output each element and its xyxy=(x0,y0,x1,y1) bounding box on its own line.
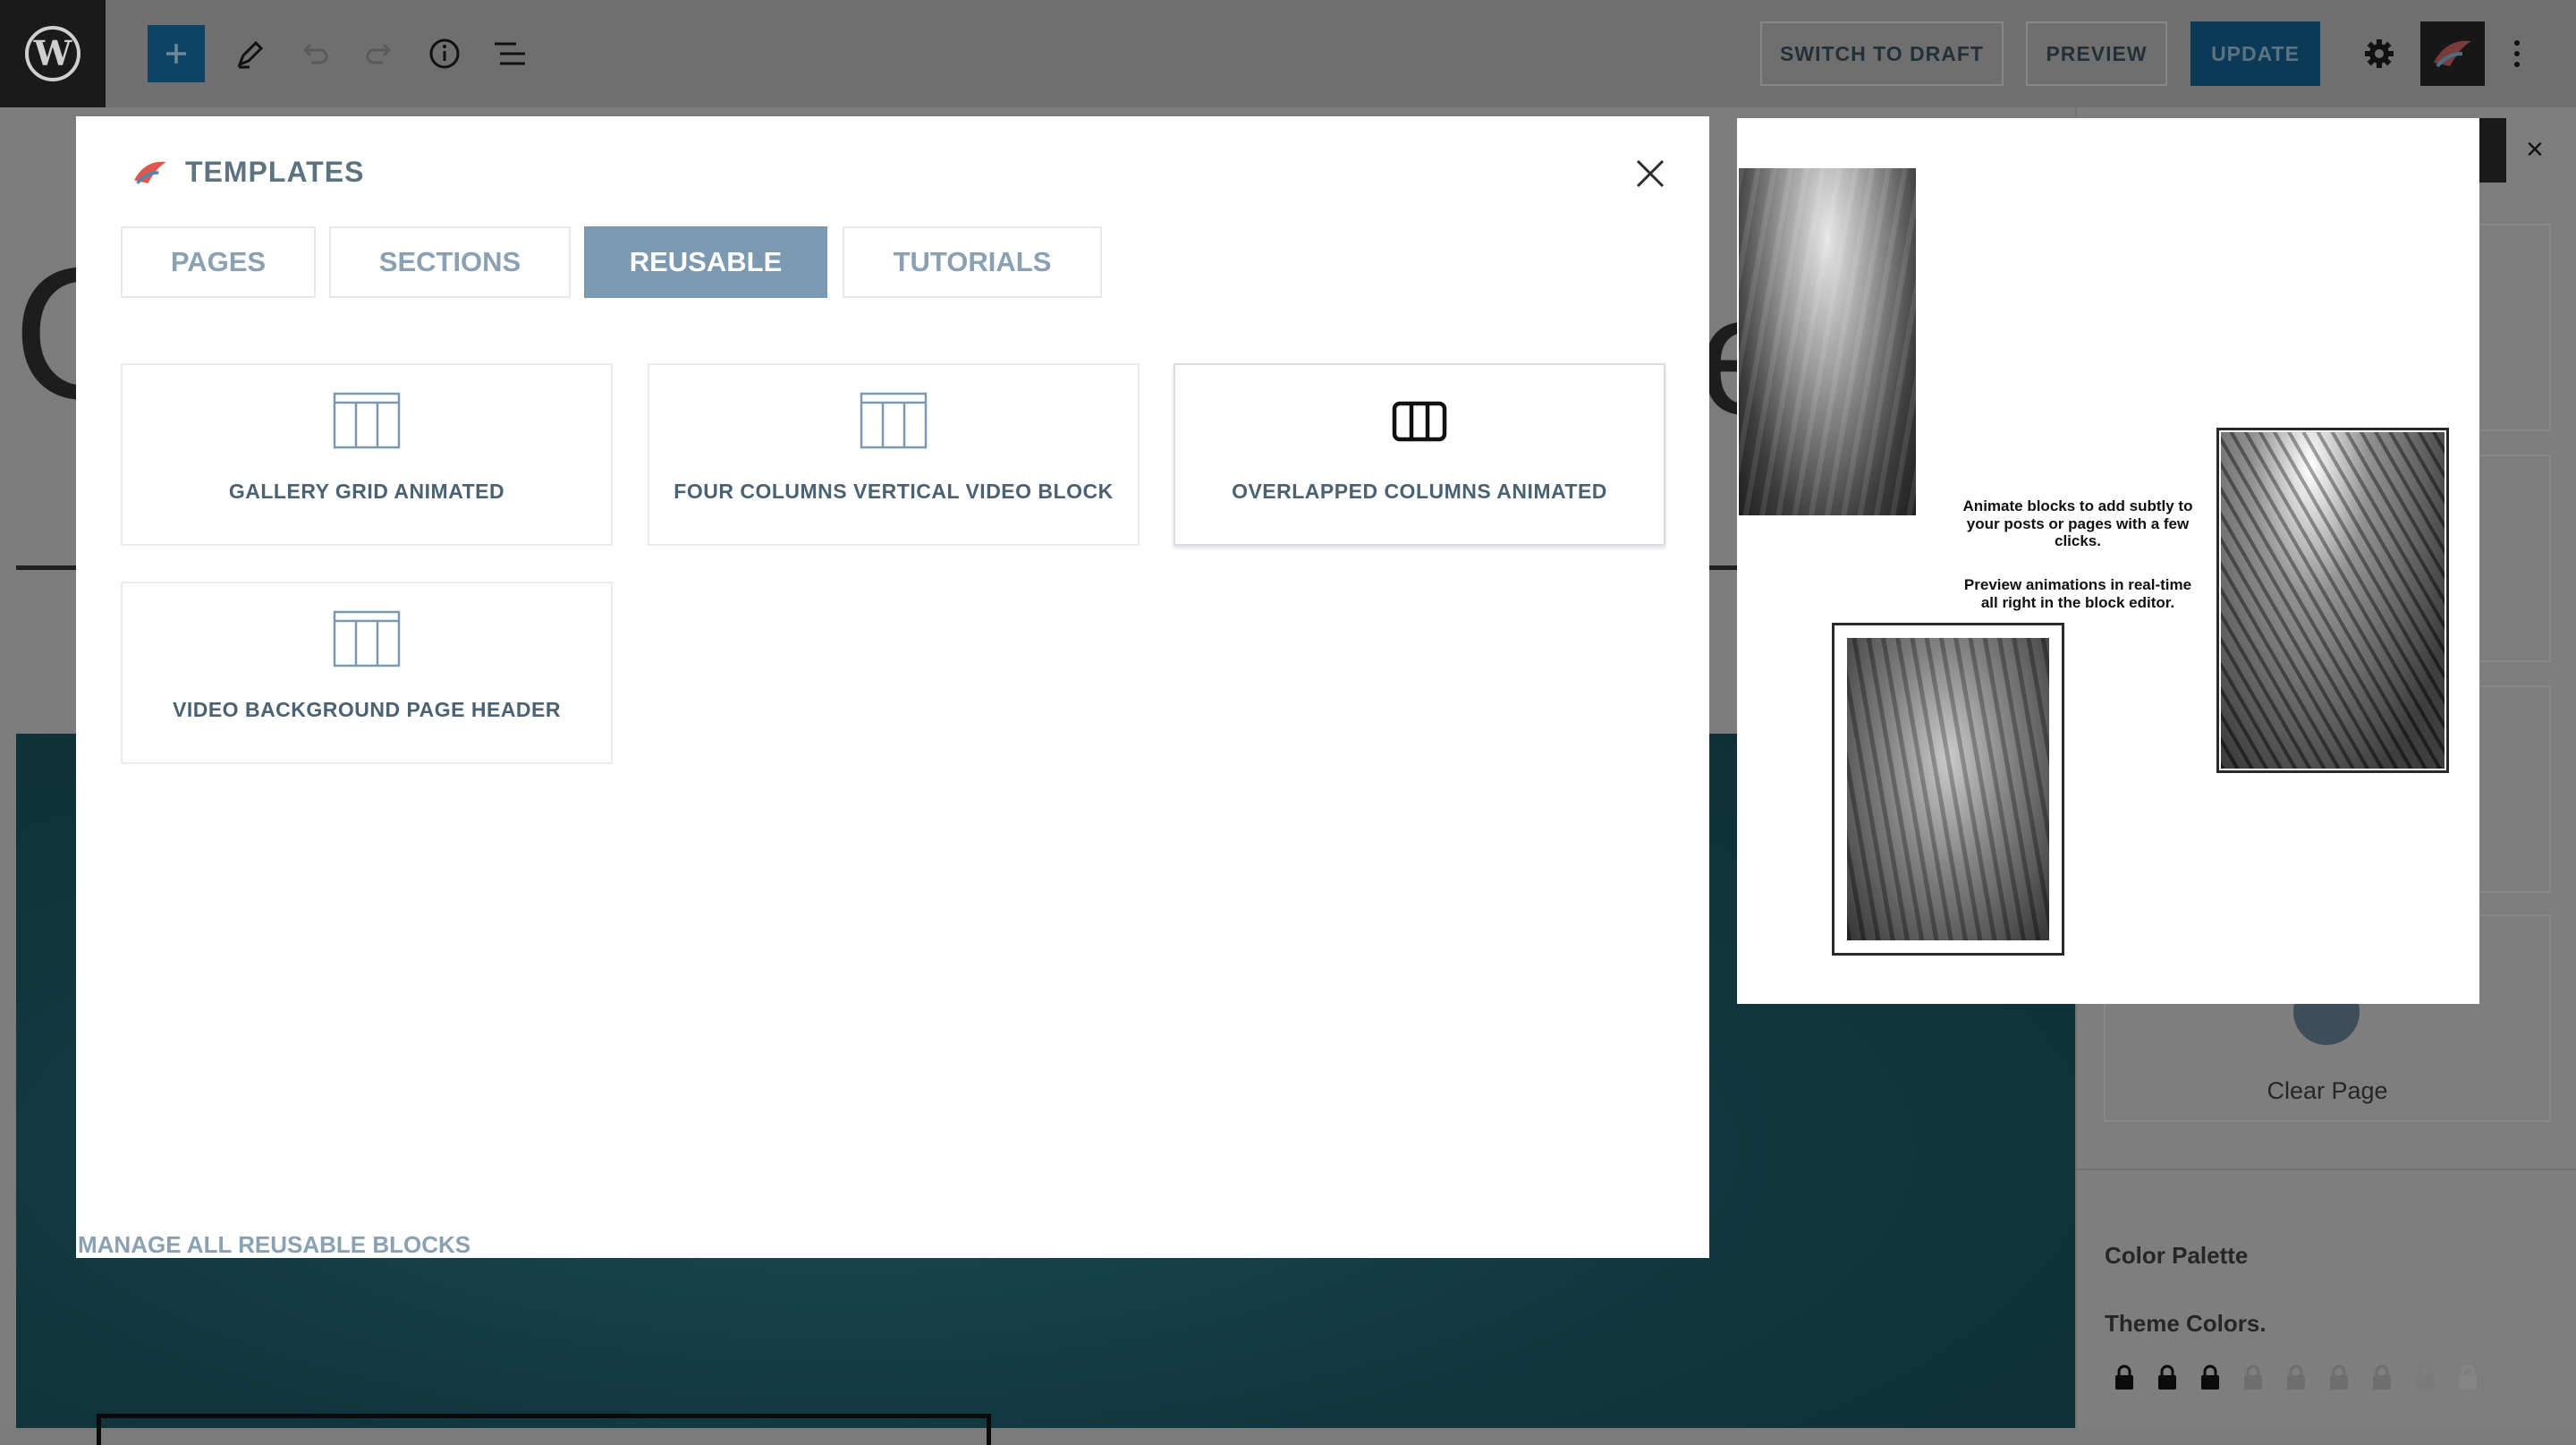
table-columns-icon xyxy=(860,392,928,449)
sidebar-divider xyxy=(2075,1169,2576,1170)
preview-button[interactable]: PREVIEW xyxy=(2026,21,2167,86)
preview-text: Animate blocks to add subtly to your pos… xyxy=(1962,497,2193,550)
template-preview-panel: Animate blocks to add subtly to your pos… xyxy=(1737,118,2479,1004)
template-card-label: OVERLAPPED COLUMNS ANIMATED xyxy=(1232,480,1607,503)
template-card-overlapped-columns-animated[interactable]: OVERLAPPED COLUMNS ANIMATED xyxy=(1174,363,1665,546)
close-icon[interactable] xyxy=(1632,156,1668,191)
columns-icon xyxy=(1392,401,1447,442)
redo-icon[interactable] xyxy=(352,27,406,81)
svg-text:W: W xyxy=(33,33,73,73)
lock-icon[interactable] xyxy=(2156,1364,2179,1390)
update-button[interactable]: UPDATE xyxy=(2190,21,2320,86)
preview-photo xyxy=(1847,638,2049,940)
preview-photo xyxy=(1739,168,1916,515)
plugin-logo-icon xyxy=(134,161,166,185)
template-card-label: FOUR COLUMNS VERTICAL VIDEO BLOCK xyxy=(674,480,1114,503)
lock-icon[interactable] xyxy=(2413,1364,2436,1390)
editor-toolbar: W SWITCH TO DRAFT PREVIEW UPDATE xyxy=(0,0,2576,107)
wordpress-logo-icon[interactable]: W xyxy=(0,0,106,107)
lock-icon[interactable] xyxy=(2370,1364,2394,1390)
theme-colors-label: Theme Colors. xyxy=(2105,1310,2267,1337)
clear-page-label: Clear Page xyxy=(2267,1077,2388,1104)
undo-icon[interactable] xyxy=(288,27,342,81)
template-card-gallery-grid-animated[interactable]: GALLERY GRID ANIMATED xyxy=(121,363,613,546)
lock-icon[interactable] xyxy=(2284,1364,2308,1390)
sidebar-tab-dark xyxy=(2479,118,2506,183)
details-info-icon[interactable] xyxy=(418,27,471,81)
table-columns-icon xyxy=(333,610,401,667)
plus-icon xyxy=(166,44,186,64)
template-card-four-columns-vertical-video-block[interactable]: FOUR COLUMNS VERTICAL VIDEO BLOCK xyxy=(648,363,1140,546)
settings-gear-icon[interactable] xyxy=(2352,27,2406,81)
tab-pages[interactable]: PAGES xyxy=(121,226,316,298)
templates-modal: TEMPLATES PAGES SECTIONS REUSABLE TUTORI… xyxy=(76,116,1709,1258)
modal-title: TEMPLATES xyxy=(185,156,365,188)
lock-icon[interactable] xyxy=(2456,1364,2479,1390)
add-block-button[interactable] xyxy=(148,25,205,82)
lock-icon[interactable] xyxy=(2199,1364,2222,1390)
hero-inner-box xyxy=(97,1414,991,1445)
sidebar-close-icon[interactable]: × xyxy=(2526,132,2544,167)
lock-icon[interactable] xyxy=(2327,1364,2351,1390)
tab-tutorials[interactable]: TUTORIALS xyxy=(843,226,1102,298)
lock-icon[interactable] xyxy=(2241,1364,2265,1390)
color-palette-heading: Color Palette xyxy=(2105,1242,2249,1269)
more-options-icon[interactable] xyxy=(2490,27,2544,81)
tab-sections[interactable]: SECTIONS xyxy=(329,226,571,298)
manage-reusable-blocks-link[interactable]: MANAGE ALL REUSABLE BLOCKS xyxy=(78,1231,470,1259)
plugin-logo-icon[interactable] xyxy=(2420,21,2485,86)
lock-icon[interactable] xyxy=(2113,1364,2136,1390)
table-columns-icon xyxy=(333,392,401,449)
list-view-icon[interactable] xyxy=(483,27,537,81)
template-card-label: GALLERY GRID ANIMATED xyxy=(228,480,505,503)
preview-photo-frame xyxy=(2216,428,2449,773)
switch-to-draft-button[interactable]: SWITCH TO DRAFT xyxy=(1760,21,2004,86)
template-card-video-background-page-header[interactable]: VIDEO BACKGROUND PAGE HEADER xyxy=(121,582,613,764)
preview-text: Preview animations in real-time all righ… xyxy=(1963,576,2192,611)
tools-pencil-icon[interactable] xyxy=(224,27,277,81)
preview-photo-frame xyxy=(1832,623,2064,956)
tab-reusable[interactable]: REUSABLE xyxy=(584,226,827,298)
preview-photo xyxy=(2221,432,2445,769)
template-card-label: VIDEO BACKGROUND PAGE HEADER xyxy=(173,698,561,721)
